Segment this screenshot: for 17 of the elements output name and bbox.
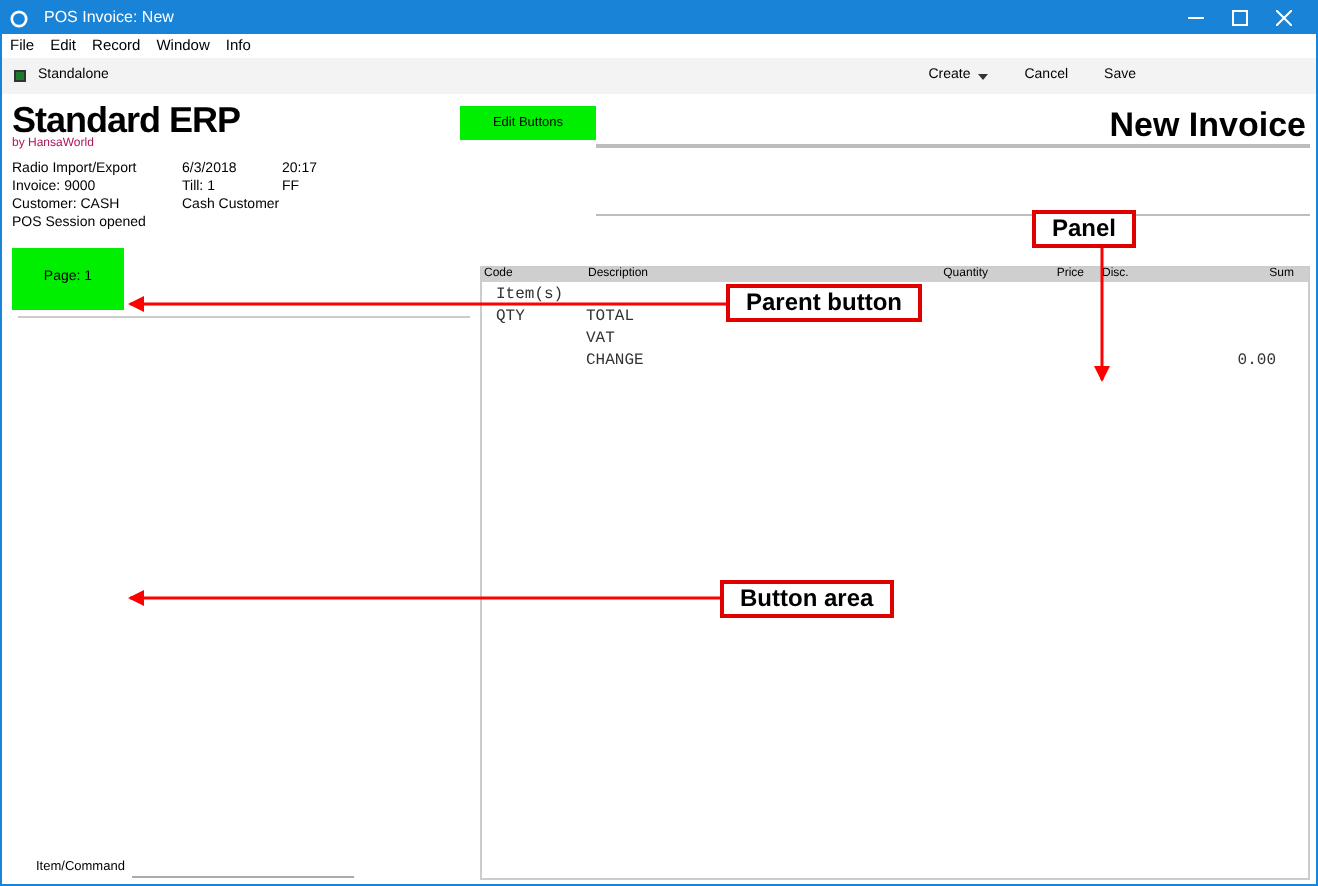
close-icon[interactable]: [1276, 10, 1292, 26]
callout-label: Button area: [720, 580, 894, 618]
table-cell: 0.00: [1237, 351, 1276, 369]
logo-text: Standard ERP: [12, 102, 243, 138]
callout-label: Parent button: [726, 284, 922, 322]
app-icon: [10, 9, 28, 27]
table-cell: QTY: [496, 307, 525, 325]
table-cell: CHANGE: [586, 351, 644, 369]
table-cell: TOTAL: [586, 307, 635, 325]
table-cell: Item(s): [496, 285, 564, 303]
window-title: POS Invoice: New: [44, 6, 174, 30]
status-square-icon: [14, 70, 26, 82]
callout-label: Panel: [1032, 210, 1137, 248]
maximize-icon[interactable]: [1232, 10, 1248, 26]
table-cell: VAT: [586, 329, 615, 347]
page-heading: New Invoice: [1107, 106, 1308, 142]
caret-icon: [978, 73, 989, 79]
